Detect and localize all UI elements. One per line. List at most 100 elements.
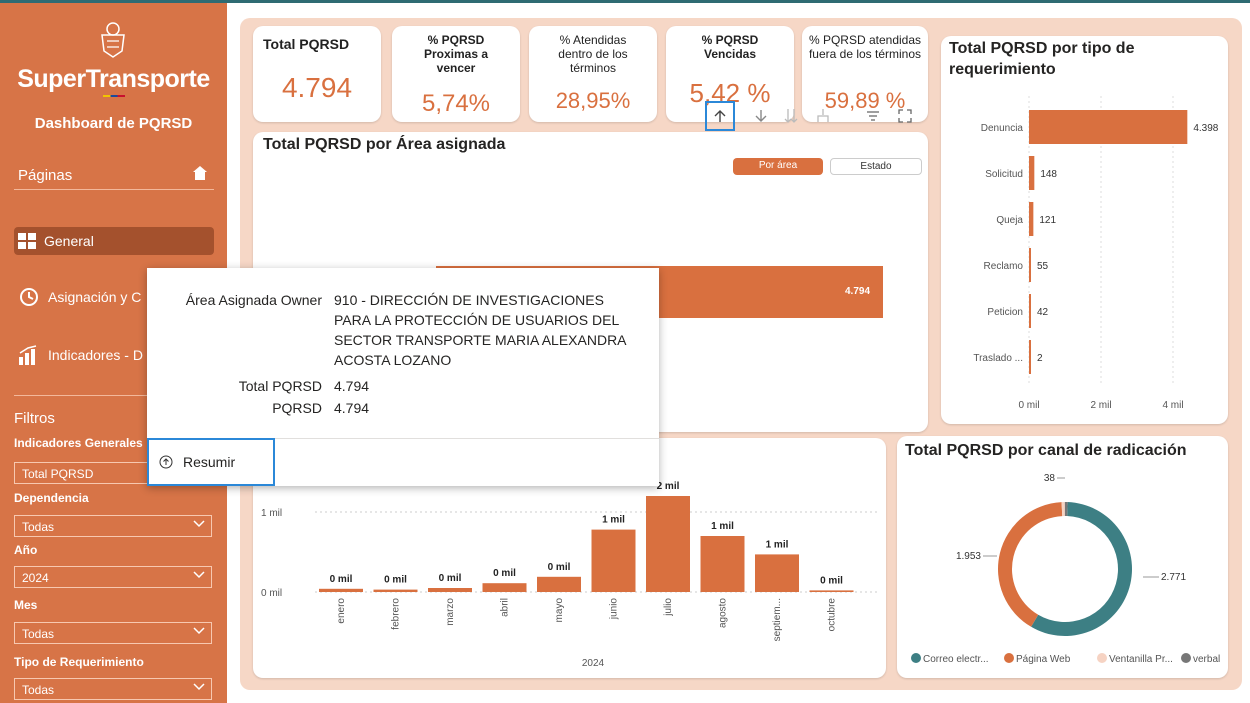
tipo-requerimiento-chart[interactable]: 0 mil 2 mil 4 mil Denuncia 4.398 Solicitud 148… xyxy=(941,96,1228,416)
category-label: Queja xyxy=(996,215,1023,226)
donut-slice[interactable] xyxy=(998,502,1063,627)
filter-button[interactable] xyxy=(858,101,888,131)
bar[interactable] xyxy=(1029,248,1031,282)
tooltip-key: PQRSD xyxy=(272,400,322,416)
data-label: 0 mil xyxy=(384,575,407,586)
kpi-title: % PQRSD Vencidas xyxy=(701,33,759,61)
chevron-down-icon xyxy=(193,520,205,528)
data-label: 148 xyxy=(1040,169,1057,180)
bar[interactable] xyxy=(537,576,581,592)
bar[interactable] xyxy=(319,588,363,592)
kpi-value: 4.794 xyxy=(281,72,353,103)
tooltip-row: PQRSD 4.794 xyxy=(147,398,659,418)
bar[interactable] xyxy=(1029,202,1034,236)
expand-icon xyxy=(898,109,912,123)
canal-radicacion-card[interactable]: Total PQRSD por canal de radicación 2.77… xyxy=(897,436,1228,678)
donut-slice[interactable] xyxy=(1031,502,1132,636)
bar[interactable] xyxy=(373,589,418,592)
bar[interactable] xyxy=(591,529,636,592)
bar[interactable] xyxy=(755,554,799,592)
canal-radicacion-chart[interactable]: 2.771 1.953 38 Correo electr... Página Web Ve… xyxy=(897,436,1228,678)
focus-mode-button[interactable] xyxy=(890,101,920,131)
kpi-atendidas-terminos[interactable]: % Atendidas dentro de los términos 28,95… xyxy=(529,26,657,122)
x-tick-label: abril xyxy=(500,598,511,617)
x-tick-label: marzo xyxy=(445,598,456,626)
tooltip-value: 4.794 xyxy=(334,378,370,394)
bar[interactable] xyxy=(1029,294,1031,328)
filter-value: 2024 xyxy=(22,571,49,585)
toggle-estado[interactable]: Estado xyxy=(830,158,922,175)
filter-label: Año xyxy=(14,543,38,557)
dependencia-dropdown[interactable]: Todas xyxy=(14,515,212,537)
year-dropdown[interactable]: 2024 xyxy=(14,566,212,588)
category-label: Traslado ... xyxy=(973,353,1023,364)
arrow-down-icon xyxy=(755,110,767,122)
bar-chart-icon xyxy=(19,345,37,365)
expand-all-button[interactable] xyxy=(808,101,838,131)
data-label: 55 xyxy=(1037,261,1049,272)
data-label: 42 xyxy=(1037,307,1049,318)
filter-value: Todas xyxy=(22,627,55,641)
data-label: 1 mil xyxy=(711,521,734,532)
flag-stripe xyxy=(103,95,125,97)
bar[interactable] xyxy=(1029,156,1035,190)
category-label: Solicitud xyxy=(985,169,1023,180)
refresh-icon xyxy=(20,288,38,306)
expand-next-level-button[interactable] xyxy=(776,101,806,131)
bar[interactable] xyxy=(646,496,690,592)
legend-marker xyxy=(1097,653,1107,663)
arrow-up-icon xyxy=(714,110,726,122)
tipo-requerimiento-card[interactable]: Total PQRSD por tipo de requerimiento 0 … xyxy=(941,36,1228,424)
legend-label: Página Web xyxy=(1016,654,1071,665)
legend-label: Ventanilla Pr... xyxy=(1109,654,1173,665)
tooltip-value: 910 - DIRECCIÓN DE INVESTIGACIONES PARA … xyxy=(334,292,626,368)
home-icon[interactable] xyxy=(192,165,208,181)
tooltip-key: Área Asignada Owner xyxy=(185,292,322,308)
nav-item-label: General xyxy=(44,233,94,249)
drill-up-button[interactable] xyxy=(705,101,735,131)
y-tick-label: 0 mil xyxy=(261,588,282,599)
tipo-requerimiento-dropdown[interactable]: Todas xyxy=(14,678,212,700)
bar[interactable] xyxy=(482,583,527,592)
x-tick-label: 4 mil xyxy=(1162,400,1183,411)
data-label: 1.953 xyxy=(956,551,981,562)
drill-down-button[interactable] xyxy=(746,101,776,131)
bar[interactable] xyxy=(1029,110,1188,144)
bar[interactable] xyxy=(809,590,854,592)
toggle-por-area[interactable]: Por área xyxy=(733,158,823,175)
filter-label: Dependencia xyxy=(14,491,89,505)
bar[interactable] xyxy=(428,588,472,592)
summarize-label: Resumir xyxy=(183,454,236,470)
month-dropdown[interactable]: Todas xyxy=(14,622,212,644)
data-label: 0 mil xyxy=(548,562,571,573)
filter-value: Total PQRSD xyxy=(22,467,94,481)
legend-marker xyxy=(1004,653,1014,663)
summarize-button[interactable]: Resumir xyxy=(147,438,275,486)
data-label: 0 mil xyxy=(330,574,353,585)
dashboard-icon xyxy=(18,233,36,249)
dashboard-title: Dashboard de PQRSD xyxy=(34,115,193,132)
double-arrow-down-icon xyxy=(784,109,798,123)
x-tick-label: mayo xyxy=(554,598,565,623)
data-label: 38 xyxy=(1044,473,1056,484)
data-label: 0 mil xyxy=(439,573,462,584)
legend-label: Correo electr... xyxy=(923,654,989,665)
x-tick-label: 0 mil xyxy=(1018,400,1039,411)
chart-title: Total PQRSD por Área asignada xyxy=(263,136,506,153)
kpi-title: Total PQRSD xyxy=(263,36,350,52)
chart-title: Total PQRSD por tipo de requerimiento xyxy=(949,40,1135,78)
tooltip-popup: Área Asignada Owner 910 - DIRECCIÓN DE I… xyxy=(147,268,659,486)
kpi-proximas-vencer[interactable]: % PQRSD Proximas a vencer 5,74% xyxy=(392,26,520,122)
kpi-total-pqrsd[interactable]: Total PQRSD 4.794 xyxy=(253,26,381,122)
bar[interactable] xyxy=(700,536,745,592)
crest-icon xyxy=(101,22,125,58)
legend-marker xyxy=(1181,653,1191,663)
chevron-down-icon xyxy=(193,683,205,691)
category-label: Reclamo xyxy=(984,261,1024,272)
filter-value: Todas xyxy=(22,520,55,534)
bar[interactable] xyxy=(1029,340,1031,374)
category-label: Denuncia xyxy=(981,123,1024,134)
x-axis-title: 2024 xyxy=(582,658,605,669)
area-bar-label: 4.794 xyxy=(845,286,871,297)
nav-item-general[interactable]: General xyxy=(14,227,214,255)
